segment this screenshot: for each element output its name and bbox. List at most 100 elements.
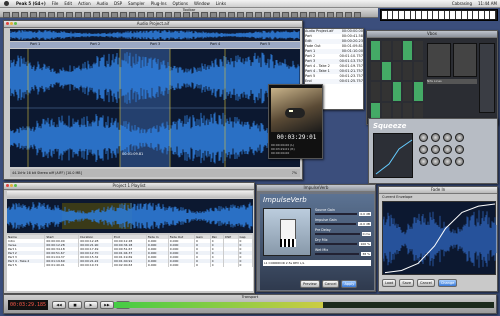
- toolbar-tool-icon[interactable]: [156, 12, 163, 18]
- toolbar-tool-icon[interactable]: [84, 12, 91, 18]
- main-waveform[interactable]: 00:01:09.81: [9, 49, 300, 167]
- impulse-file-popup[interactable]: L1 CORRIDOR 2.5s REV L/L: [263, 260, 371, 266]
- toolbar-tool-icon[interactable]: [309, 12, 316, 18]
- menu-dsp[interactable]: DSP: [111, 1, 125, 6]
- toolbar-tool-icon[interactable]: [48, 12, 55, 18]
- playlist-waveform[interactable]: [6, 199, 253, 233]
- toolbar-tool-icon[interactable]: [12, 12, 19, 18]
- toolbar-tool-icon[interactable]: [354, 12, 361, 18]
- toolbar-tool-icon[interactable]: [30, 12, 37, 18]
- region-label[interactable]: Part 2: [90, 42, 100, 46]
- menu-plugins[interactable]: Plug-Ins: [148, 1, 170, 6]
- toolbar-tool-icon[interactable]: [246, 12, 253, 18]
- zoom-level[interactable]: 7%: [292, 171, 297, 175]
- toolbar-tool-icon[interactable]: [201, 12, 208, 18]
- menu-file[interactable]: File: [49, 1, 62, 6]
- menu-action[interactable]: Action: [75, 1, 94, 6]
- fast-forward-button[interactable]: ▶▶: [100, 301, 114, 309]
- toolbar-tool-icon[interactable]: [219, 12, 226, 18]
- menu-links[interactable]: Links: [213, 1, 229, 6]
- param-value[interactable]: 38 %: [361, 252, 371, 256]
- param-value[interactable]: 0.0 dB: [359, 212, 371, 216]
- menu-edit[interactable]: Edit: [61, 1, 75, 6]
- toolbar-tool-icon[interactable]: [102, 12, 109, 18]
- toolbar-tool-icon[interactable]: [300, 12, 307, 18]
- toolbar-tool-icon[interactable]: [93, 12, 100, 18]
- squeeze-knob[interactable]: [443, 145, 452, 154]
- toolbar-tool-icon[interactable]: [75, 12, 82, 18]
- zoom-button[interactable]: [14, 22, 17, 25]
- overview-waveform[interactable]: [9, 29, 300, 41]
- save-button[interactable]: Save: [399, 279, 414, 287]
- toolbar-tool-icon[interactable]: [21, 12, 28, 18]
- app-menu[interactable]: Peak 5 (G4+): [13, 1, 49, 6]
- toolbar-tool-icon[interactable]: [228, 12, 235, 18]
- squeeze-graph[interactable]: [373, 133, 413, 178]
- squeeze-knob[interactable]: [431, 157, 440, 166]
- play-button[interactable]: ▶: [84, 301, 98, 309]
- squeeze-knob[interactable]: [431, 145, 440, 154]
- param-value[interactable]: -6.0 dB: [358, 222, 371, 226]
- close-button[interactable]: [6, 184, 9, 187]
- virtual-keyboard[interactable]: [380, 9, 498, 21]
- param-slider[interactable]: [315, 233, 360, 235]
- squeeze-knob[interactable]: [455, 133, 464, 142]
- apple-menu-icon[interactable]: [4, 1, 9, 6]
- cancel-button[interactable]: Cancel: [321, 280, 340, 288]
- param-slider[interactable]: [315, 223, 357, 225]
- vbox-fader-2[interactable]: [453, 43, 477, 77]
- toolbar-tool-icon[interactable]: [120, 12, 127, 18]
- preview-button[interactable]: Preview: [300, 280, 320, 288]
- squeeze-knob[interactable]: [419, 145, 428, 154]
- toolbar-tool-icon[interactable]: [237, 12, 244, 18]
- toolbar-tool-icon[interactable]: [192, 12, 199, 18]
- param-value[interactable]: 100 %: [359, 242, 371, 246]
- toolbar-tool-icon[interactable]: [264, 12, 271, 18]
- toolbar-tool-icon[interactable]: [183, 12, 190, 18]
- menu-audio[interactable]: Audio: [94, 1, 111, 6]
- close-button[interactable]: [6, 22, 9, 25]
- toolbar-tool-icon[interactable]: [336, 12, 343, 18]
- param-slider[interactable]: [315, 253, 360, 255]
- region-label[interactable]: Part 5: [260, 42, 270, 46]
- vbox-matrix[interactable]: [371, 41, 423, 121]
- toolbar-tool-icon[interactable]: [3, 12, 10, 18]
- toolbar-tool-icon[interactable]: [165, 12, 172, 18]
- region-label[interactable]: Part 1: [30, 42, 40, 46]
- squeeze-knob[interactable]: [443, 157, 452, 166]
- toolbar-tool-icon[interactable]: [210, 12, 217, 18]
- toolbar-tool-icon[interactable]: [282, 12, 289, 18]
- fade-curve-editor[interactable]: [382, 201, 497, 275]
- toolbar-tool-icon[interactable]: [327, 12, 334, 18]
- squeeze-knob[interactable]: [419, 133, 428, 142]
- param-value[interactable]: 0 ms: [361, 232, 371, 236]
- menu-window[interactable]: Window: [191, 1, 213, 6]
- menu-user[interactable]: Cabrasing: [449, 1, 475, 6]
- toolbar-tool-icon[interactable]: [66, 12, 73, 18]
- squeeze-knob[interactable]: [443, 133, 452, 142]
- toolbar-tool-icon[interactable]: [147, 12, 154, 18]
- apply-button[interactable]: Apply: [341, 280, 358, 288]
- region-label[interactable]: Part 3: [150, 42, 160, 46]
- squeeze-knob[interactable]: [431, 133, 440, 142]
- squeeze-knob[interactable]: [455, 157, 464, 166]
- table-row[interactable]: Part 5 00:01:40.91 00:00:19.72 00:02:00.63 0…: [7, 263, 253, 267]
- toolbar-tool-icon[interactable]: [273, 12, 280, 18]
- toolbar-tool-icon[interactable]: [255, 12, 262, 18]
- toolbar-tool-icon[interactable]: [111, 12, 118, 18]
- fade-cancel-button[interactable]: Cancel: [417, 279, 435, 287]
- param-slider[interactable]: [315, 243, 358, 245]
- stop-button[interactable]: ■: [68, 301, 82, 309]
- toolbar-tool-icon[interactable]: [345, 12, 352, 18]
- rewind-button[interactable]: ◀◀: [52, 301, 66, 309]
- toolbar-tool-icon[interactable]: [39, 12, 46, 18]
- region-label[interactable]: Part 4: [210, 42, 220, 46]
- load-button[interactable]: Load: [382, 279, 397, 287]
- squeeze-knob[interactable]: [455, 145, 464, 154]
- minimize-button[interactable]: [10, 184, 13, 187]
- menu-options[interactable]: Options: [170, 1, 191, 6]
- squeeze-knob[interactable]: [419, 157, 428, 166]
- menu-sampler[interactable]: Sampler: [125, 1, 148, 6]
- toolbar-tool-icon[interactable]: [291, 12, 298, 18]
- toolbar-tool-icon[interactable]: [318, 12, 325, 18]
